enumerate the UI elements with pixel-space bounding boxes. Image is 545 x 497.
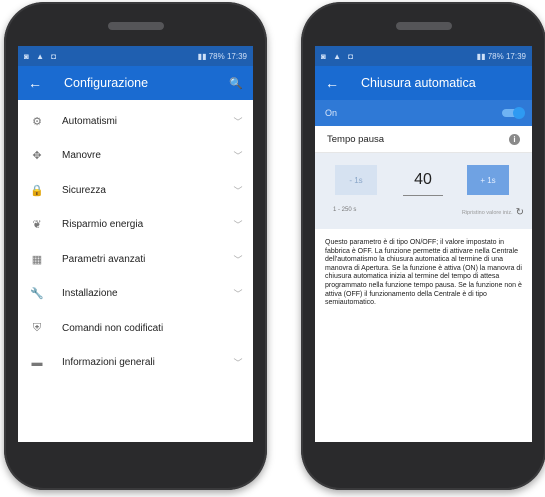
leaf-icon: ❦ [32,219,42,232]
status-bar: ◙ ▲ ◘ ▮▮ 78% 17:39 [315,46,532,66]
toggle-label: On [325,108,338,118]
menu-item-label: Risparmio energia [62,219,144,231]
battery-level: 78% [487,51,504,61]
chevron-down-icon: ﹀ [233,220,243,231]
notification-icon: ◙ [24,51,29,61]
menu-item-sicurezza[interactable]: 🔒 Sicurezza ﹀ [18,173,253,208]
screen-configurazione: ◙ ▲ ◘ ▮▮ 78% 17:39 ← Configurazione 🔍 ⚙ … [18,46,253,442]
menu-item-parametri-avanzati[interactable]: ▦ Parametri avanzati ﹀ [18,242,253,277]
status-bar: ◙ ▲ ◘ ▮▮ 78% 17:39 [18,46,253,66]
menu-item-label: Manovre [62,150,101,162]
image-icon: ◘ [51,51,57,61]
range-label: 1 - 250 s [333,207,357,213]
section-header: Tempo pausa i [315,126,532,153]
signal-icon: ▮▮ [476,51,486,61]
reset-button[interactable]: Ripristino valore iniz. ↻ [462,207,524,218]
screen-chiusura-automatica: ◙ ▲ ◘ ▮▮ 78% 17:39 ← Chiusura automatica… [315,46,532,442]
grid-icon: ▦ [31,253,43,266]
menu-item-informazioni-generali[interactable]: ▬ Informazioni generali ﹀ [18,346,253,381]
chevron-down-icon: ﹀ [233,358,243,369]
status-icons-right: ▮▮ 78% 17:39 [198,52,247,61]
decrement-button[interactable]: - 1s [335,165,377,195]
menu-item-label: Automatismi [62,115,118,127]
menu-item-label: Informazioni generali [62,357,155,369]
battery-level: 78% [208,51,225,61]
chevron-down-icon: ﹀ [233,254,243,265]
info-icon[interactable]: i [509,133,520,145]
move-icon: ✥ [32,150,42,163]
chevron-down-icon: ﹀ [233,116,243,127]
menu-item-risparmio-energia[interactable]: ❦ Risparmio energia ﹀ [18,208,253,243]
value-field[interactable]: 40 [403,165,443,196]
reset-icon: ↻ [515,207,524,218]
on-off-switch[interactable] [502,107,525,119]
warning-icon: ▲ [36,51,44,61]
increment-button[interactable]: + 1s [467,165,509,195]
gear-icon: ⚙ [32,115,42,128]
clock: 17:39 [505,51,526,61]
status-icons-left: ◙ ▲ ◘ [321,52,358,61]
page-title: Configurazione [64,76,149,90]
menu-item-manovre[interactable]: ✥ Manovre ﹀ [18,139,253,174]
menu-item-label: Parametri avanzati [62,253,146,265]
back-arrow-icon[interactable]: ← [28,75,54,91]
status-icons-left: ◙ ▲ ◘ [24,52,61,61]
menu-item-automatismi[interactable]: ⚙ Automatismi ﹀ [18,104,253,139]
page-title: Chiusura automatica [361,76,476,90]
lock-icon: 🔒 [30,184,44,197]
phone-left: ◙ ▲ ◘ ▮▮ 78% 17:39 ← Configurazione 🔍 ⚙ … [4,2,267,490]
app-bar: ← Configurazione 🔍 [18,66,253,100]
phone-right: ◙ ▲ ◘ ▮▮ 78% 17:39 ← Chiusura automatica… [301,2,545,490]
menu-item-installazione[interactable]: 🔧 Installazione ﹀ [18,277,253,312]
menu-item-label: Installazione [62,288,118,300]
menu-item-comandi-non-codificati[interactable]: ⛨ Comandi non codificati [18,311,253,346]
signal-icon: ▮▮ [197,51,207,61]
back-arrow-icon[interactable]: ← [325,75,351,91]
folder-icon: ▬ [31,356,43,369]
chevron-down-icon: ﹀ [233,151,243,162]
status-icons-right: ▮▮ 78% 17:39 [477,52,526,61]
wrench-icon: 🔧 [30,288,44,301]
image-icon: ◘ [348,51,354,61]
app-bar: ← Chiusura automatica [315,66,532,100]
warning-icon: ▲ [333,51,341,61]
reset-label: Ripristino valore iniz. [461,209,513,216]
chevron-down-icon: ﹀ [233,185,243,196]
toggle-row[interactable]: On [315,100,532,126]
switch-knob [513,107,525,119]
search-icon[interactable]: 🔍 [229,77,243,90]
shield-icon: ⛨ [32,321,42,334]
parameter-description: Questo parametro è di tipo ON/OFF; il va… [325,239,522,307]
menu-item-label: Sicurezza [62,184,106,196]
speaker-grille [107,22,164,30]
clock: 17:39 [226,51,247,61]
menu-list: ⚙ Automatismi ﹀ ✥ Manovre ﹀ 🔒 Sicurezza … [18,100,253,380]
section-title: Tempo pausa [327,133,385,145]
notification-icon: ◙ [321,51,326,61]
menu-item-label: Comandi non codificati [62,322,164,334]
chevron-down-icon: ﹀ [233,289,243,300]
speaker-grille [395,22,452,30]
tempo-pausa-stepper: - 1s 40 + 1s 1 - 250 s Ripristino valore… [315,153,532,229]
